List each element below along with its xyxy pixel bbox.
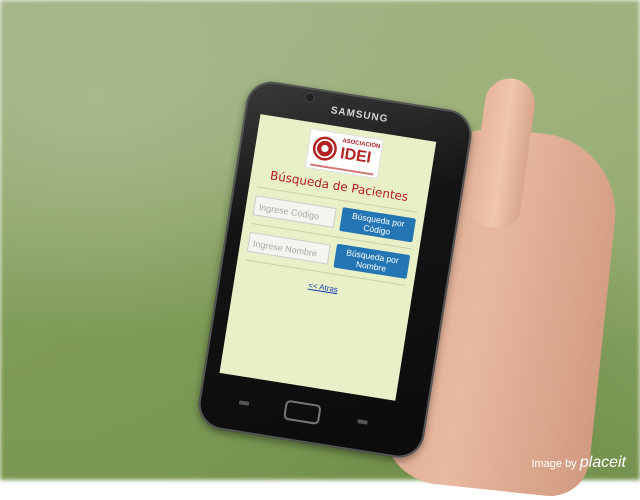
phone-screen: ASOCIACIÓN IDEI Búsqueda de Pacientes In… <box>219 114 437 401</box>
search-by-name-button[interactable]: Búsqueda por Nombre <box>333 243 411 279</box>
watermark-brand: placeit <box>579 454 626 471</box>
search-by-code-button[interactable]: Búsqueda por Código <box>339 207 417 243</box>
watermark-prefix: Image by <box>531 458 577 470</box>
watermark: Image by placeit <box>531 454 626 472</box>
menu-key-icon[interactable] <box>238 400 250 406</box>
name-input[interactable]: Ingrese Nombre <box>246 231 331 265</box>
home-button[interactable] <box>283 399 322 425</box>
code-input[interactable]: Ingrese Código <box>252 195 337 228</box>
logo-emblem-icon <box>311 134 339 163</box>
back-key-icon[interactable] <box>357 419 368 425</box>
idei-logo: ASOCIACIÓN IDEI <box>304 128 384 180</box>
logo-big-text: IDEI <box>338 145 373 167</box>
